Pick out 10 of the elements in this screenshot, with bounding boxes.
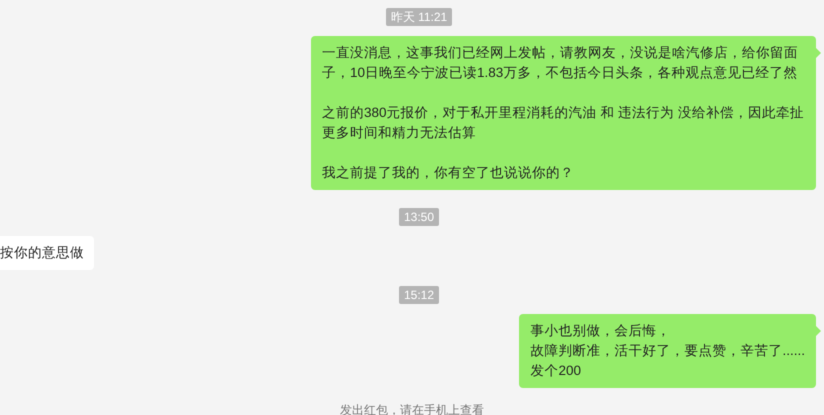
message-line: 故障判断准，活干好了，要点赞，辛苦了......: [530, 342, 805, 360]
message-line: 事小也别做，会后悔，: [530, 322, 672, 340]
received-message-bubble: 按你的意思做: [0, 236, 94, 270]
message-line: 发个200: [530, 362, 582, 380]
timestamp: 13:50: [398, 208, 440, 226]
timestamp: 昨天 11:21: [386, 8, 452, 26]
message-paragraph: 之前的380元报价，对于私开里程消耗的汽油 和 违法行为 没给补偿，因此牵扯更多时间和精力无法估算: [322, 104, 805, 142]
message-paragraph: 一直没消息，这事我们已经网上发帖，请教网友，没说是啥汽修店，给你留面子，10日晚至今宁波已读1.83万多，不包括今日头条，各种观点意见已经了然: [322, 44, 799, 82]
timestamp: 15:12: [398, 286, 440, 304]
message-paragraph: 我之前提了我的，你有空了也说说你的？: [322, 164, 575, 182]
